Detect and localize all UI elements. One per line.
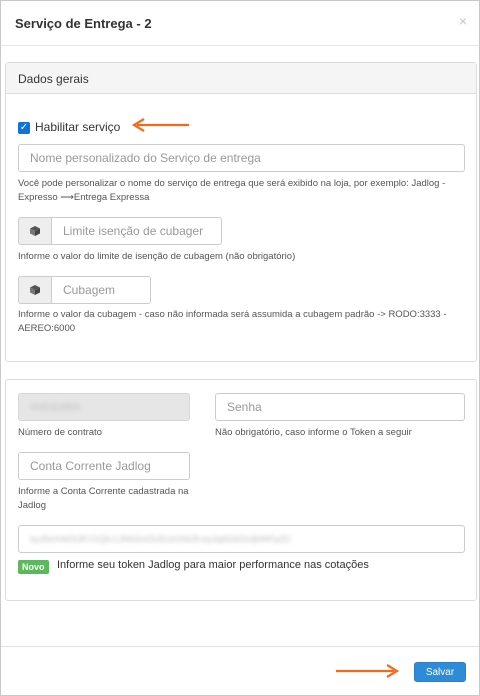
cubage-input[interactable]: Cubagem [51, 276, 151, 304]
save-button-label: Salvar [425, 666, 455, 678]
enable-service-label[interactable]: Habilitar serviço [35, 120, 120, 134]
cubage-exemption-help: Informe o valor do limite de isenção de … [18, 251, 296, 262]
cube-icon [30, 226, 40, 236]
password-help: Não obrigatório, caso informe o Token a … [215, 427, 412, 438]
cube-icon-addon [18, 217, 51, 245]
arrow-right-icon [336, 664, 400, 678]
enable-service-checkbox[interactable]: ✓ [18, 122, 30, 134]
custom-name-help: Você pode personalizar o nome do serviço… [18, 178, 446, 203]
cube-icon-addon [18, 276, 51, 304]
cube-icon [30, 285, 40, 295]
cubage-exemption-input[interactable]: Limite isenção de cubager [51, 217, 222, 245]
new-badge: Novo [18, 560, 49, 574]
custom-name-input[interactable]: Nome personalizado do Serviço de entrega [18, 144, 465, 172]
modal-title: Serviço de Entrega - 2 [15, 16, 152, 31]
panel-heading: Dados gerais [6, 63, 476, 94]
save-button[interactable]: Salvar [414, 662, 466, 682]
password-input[interactable]: Senha [215, 393, 465, 421]
token-input[interactable]: eyJ0eXAiOiJKV1QiLCJhbGciOiJIUzI1NiJ9.eyJ… [18, 525, 465, 553]
cubage-placeholder: Cubagem [63, 283, 116, 297]
delivery-service-modal: Serviço de Entrega - 2 × Dados gerais ✓ … [0, 0, 480, 696]
close-icon[interactable]: × [459, 13, 467, 29]
password-placeholder: Senha [227, 400, 262, 414]
checking-account-placeholder: Conta Corrente Jadlog [30, 459, 151, 473]
cubage-exemption-placeholder: Limite isenção de cubager [63, 224, 204, 238]
arrow-left-icon [131, 118, 189, 132]
cubage-help: Informe o valor da cubagem - caso não in… [18, 309, 447, 334]
contract-number-value: 4041924809 [30, 402, 81, 412]
checking-account-help: Informe a Conta Corrente cadastrada na J… [18, 486, 189, 511]
contract-number-input: 4041924809 [18, 393, 190, 421]
contract-number-help: Número de contrato [18, 427, 102, 438]
custom-name-placeholder: Nome personalizado do Serviço de entrega [30, 151, 261, 165]
token-value: eyJ0eXAiOiJKV1QiLCJhbGciOiJIUzI1NiJ9.eyJ… [30, 534, 292, 544]
modal-footer [1, 646, 479, 696]
token-help: Informe seu token Jadlog para maior perf… [57, 559, 369, 571]
modal-header: Serviço de Entrega - 2 × [1, 1, 479, 46]
checking-account-input[interactable]: Conta Corrente Jadlog [18, 452, 190, 480]
